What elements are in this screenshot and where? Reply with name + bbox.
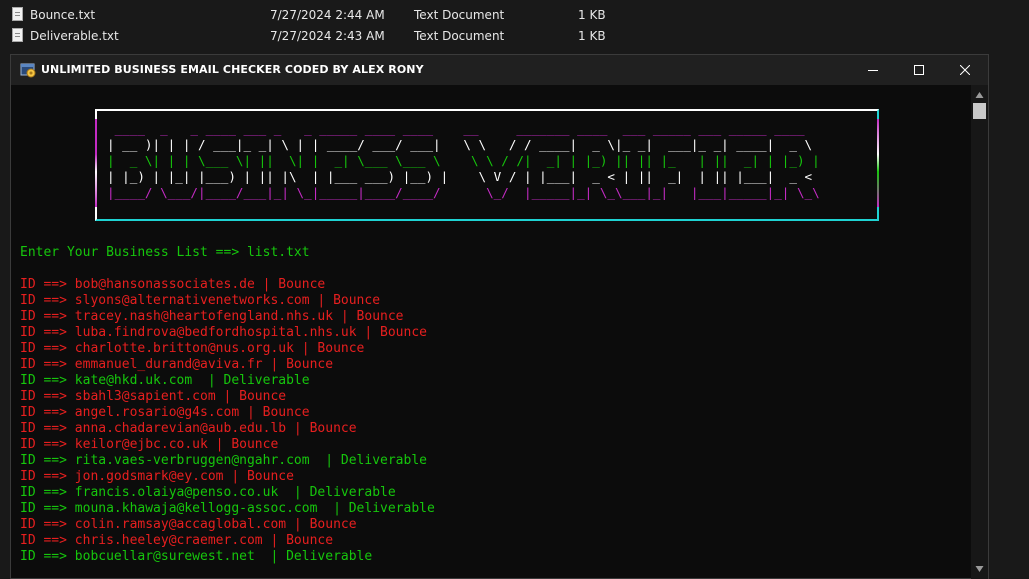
result-line: ID ==> angel.rosario@g4s.com | Bounce [20,405,310,420]
result-line: ID ==> rita.vaes-verbruggen@ngahr.com | … [20,453,427,468]
result-line: ID ==> anna.chadarevian@aub.edu.lb | Bou… [20,421,357,436]
banner-right-edge [877,119,879,207]
result-line: ID ==> jon.godsmark@ey.com | Bounce [20,469,294,484]
scroll-up-arrow-icon[interactable] [975,91,984,99]
result-line: ID ==> emmanuel_durand@aviva.fr | Bounce [20,357,334,372]
result-line: ID ==> sbahl3@sapient.com | Bounce [20,389,287,404]
banner-line: | _ \| | | \___ \| || \| | _| \___ \___ … [107,153,820,168]
maximize-icon [914,65,924,75]
file-row-deliverable[interactable]: Deliverable.txt 7/27/2024 2:43 AM Text D… [0,26,1029,46]
text-file-icon [12,28,23,42]
result-line: ID ==> kate@hkd.uk.com | Deliverable [20,373,310,388]
minimize-button[interactable] [850,55,896,85]
result-line: ID ==> francis.olaiya@penso.co.uk | Deli… [20,485,396,500]
result-line: ID ==> mouna.khawaja@kellogg-assoc.com |… [20,501,435,516]
console-window: UNLIMITED BUSINESS EMAIL CHECKER CODED B… [10,54,989,579]
banner-line: | |_) | |_| |___) | || |\ | |___ ___) |_… [107,169,820,184]
banner-line: |____/ \___/|____/___|_| \_|_____|____/_… [107,185,820,200]
title-bar[interactable]: UNLIMITED BUSINESS EMAIL CHECKER CODED B… [11,55,988,85]
file-name: Bounce.txt [30,8,96,22]
file-name: Deliverable.txt [30,29,119,43]
vertical-scrollbar[interactable] [971,85,988,579]
result-line: ID ==> slyons@alternativenetworks.com | … [20,293,381,308]
minimize-icon [868,70,878,71]
result-line: ID ==> charlotte.britton@nus.org.uk | Bo… [20,341,365,356]
banner-left-edge [95,119,97,207]
scroll-down-arrow-icon[interactable] [975,565,984,573]
result-list: ID ==> bob@hansonassociates.de | Bounce I… [20,277,435,565]
result-line: ID ==> keilor@ejbc.co.uk | Bounce [20,437,279,452]
file-type: Text Document [414,8,505,22]
file-modified-date: 7/27/2024 2:43 AM [270,29,385,43]
banner-line: | __ )| | | / ___|_ _| \ | | ____/ ___/ … [107,137,820,152]
file-size: 1 KB [578,8,606,22]
file-row-bounce[interactable]: Bounce.txt 7/27/2024 2:44 AM Text Docume… [0,5,1029,25]
close-icon [960,65,970,75]
console-app-icon [20,63,36,78]
scroll-thumb[interactable] [973,103,986,119]
file-size: 1 KB [578,29,606,43]
window-title: UNLIMITED BUSINESS EMAIL CHECKER CODED B… [41,63,424,76]
banner-art: ____ _ _ ____ ___ _ _ _____ ____ ____ __… [107,121,820,201]
close-button[interactable] [942,55,988,85]
banner-line: ____ _ _ ____ ___ _ _ _____ ____ ____ __… [107,121,820,136]
result-line: ID ==> colin.ramsay@accaglobal.com | Bou… [20,517,357,532]
file-type: Text Document [414,29,505,43]
text-file-icon [12,7,23,21]
result-line: ID ==> bobcuellar@surewest.net | Deliver… [20,549,373,564]
file-modified-date: 7/27/2024 2:44 AM [270,8,385,22]
result-line: ID ==> luba.findrova@bedfordhospital.nhs… [20,325,427,340]
result-line: ID ==> chris.heeley@craemer.com | Bounce [20,533,334,548]
ascii-banner: ____ _ _ ____ ___ _ _ _____ ____ ____ __… [95,109,879,221]
maximize-button[interactable] [896,55,942,85]
input-prompt: Enter Your Business List ==> list.txt [20,245,310,260]
terminal-output[interactable]: ____ _ _ ____ ___ _ _ _____ ____ ____ __… [11,85,971,579]
result-line: ID ==> tracey.nash@heartofengland.nhs.uk… [20,309,404,324]
result-line: ID ==> bob@hansonassociates.de | Bounce [20,277,326,292]
